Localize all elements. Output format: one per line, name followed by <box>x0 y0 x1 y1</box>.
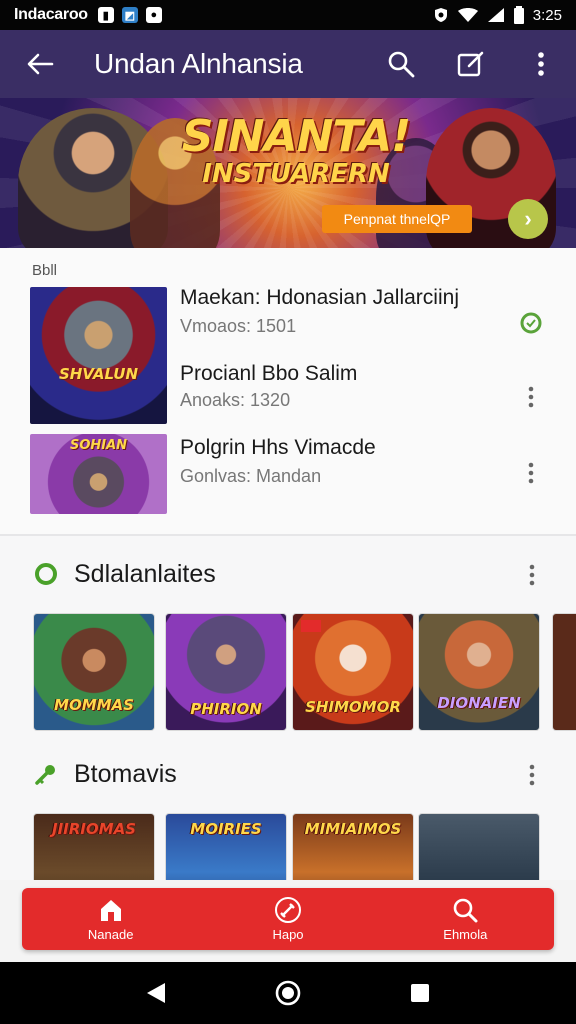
circle-icon <box>35 563 57 585</box>
tile-title: MOMMAS <box>54 696 134 714</box>
photo-icon: ◩ <box>121 7 138 23</box>
more-vert-icon <box>528 386 534 408</box>
banner-headline: SINANTA! INSTUARERN <box>176 111 416 189</box>
tile-title: SHIMOMOR <box>305 698 401 716</box>
nav-label: Hapo <box>272 927 304 942</box>
section-menu-button[interactable] <box>520 562 544 588</box>
sim-icon: ▮ <box>97 7 114 23</box>
system-icons: 3:25 <box>433 6 562 24</box>
game-tile[interactable]: PHIRION <box>165 613 287 731</box>
check-badge <box>518 310 544 336</box>
battery-icon <box>513 6 524 24</box>
banner-cta-button[interactable]: Penpnat thnelQP <box>322 205 472 233</box>
thumbnail-title: SOHIAN <box>69 438 128 453</box>
list-item-title: Maekan: Hdonasian Jallarciinj <box>180 286 459 309</box>
clock: 3:25 <box>532 6 562 24</box>
list-item[interactable]: SOHIAN Polgrin Hhs Vimacde Gonlvas: Mand… <box>0 434 576 516</box>
bottom-navigation: Nanade Hapo Ehmola <box>22 888 554 950</box>
search-button[interactable] <box>366 30 436 98</box>
more-vert-icon <box>529 764 535 786</box>
game-tile[interactable]: SHIMOMOR <box>292 613 414 731</box>
wifi-icon <box>457 8 478 22</box>
list-item-thumbnail: SOHIAN <box>30 434 167 514</box>
app-bar: Undan Alnhansia <box>0 30 576 98</box>
promo-banner[interactable]: SINANTA! INSTUARERN Penpnat thnelQP › <box>0 98 576 248</box>
section-label: Bbll <box>32 262 58 279</box>
back-button[interactable] <box>0 30 80 98</box>
section-title: Btomavis <box>74 760 177 788</box>
game-tile[interactable]: DIONAIEN <box>418 613 540 731</box>
sword-icon <box>274 896 302 924</box>
game-tile[interactable]: MOMMAS <box>33 613 155 731</box>
banner-next-button[interactable]: › <box>508 199 548 239</box>
banner-headline-line2: INSTUARERN <box>202 159 390 189</box>
featured-list: Bbll SHVALUN Maekan: Hdonasian Jallarcii… <box>0 248 576 536</box>
overflow-menu-button[interactable] <box>506 30 576 98</box>
search-icon <box>388 51 415 78</box>
more-vert-icon <box>528 462 534 484</box>
list-item-subtitle: Gonlvas: Mandan <box>180 466 322 486</box>
page-title: Undan Alnhansia <box>94 48 303 79</box>
tile-title: MOIRIES <box>190 820 262 838</box>
list-item[interactable]: Procianl Bbo Salim Anoaks: 1320 <box>0 362 576 422</box>
item-menu-button[interactable] <box>518 384 544 410</box>
nav-home[interactable]: Nanade <box>22 888 199 950</box>
list-item-title: Procianl Bbo Salim <box>180 362 358 385</box>
system-navigation-bar <box>0 962 576 1024</box>
nav-label: Ehmola <box>443 927 488 942</box>
more-vert-icon <box>529 564 535 586</box>
system-home-button[interactable] <box>268 973 308 1013</box>
section-menu-button[interactable] <box>520 762 544 788</box>
banner-headline-line1: SINANTA! <box>181 111 411 162</box>
section-title: Sdlalanlaites <box>74 560 216 588</box>
arrow-left-icon <box>27 53 54 75</box>
edit-icon <box>457 51 484 77</box>
nav-explore[interactable]: Ehmola <box>377 888 554 950</box>
key-icon <box>35 765 55 785</box>
nav-play[interactable]: Hapo <box>199 888 376 950</box>
check-circle-icon <box>520 312 542 334</box>
circle-home-icon <box>275 980 301 1006</box>
chevron-right-icon: › <box>524 206 532 231</box>
tile-title: MIMIAIMOS <box>304 820 402 838</box>
triangle-back-icon <box>147 983 165 1003</box>
home-icon <box>97 896 125 924</box>
notification-icons: ▮ ◩ ● <box>97 7 162 23</box>
search-icon <box>451 896 479 924</box>
section-header: Btomavis <box>0 750 576 800</box>
item-menu-button[interactable] <box>518 460 544 486</box>
nav-label: Nanade <box>87 927 134 942</box>
square-recents-icon <box>411 984 429 1002</box>
list-item-subtitle: Anoaks: 1320 <box>180 390 291 410</box>
list-item-subtitle: Vmoaos: 1501 <box>180 316 297 336</box>
section-header: Sdlalanlaites <box>0 550 576 600</box>
app-screen: Indacaroo ▮ ◩ ● 3:25 Undan Alnhansia SIN… <box>0 0 576 1024</box>
tile-carousel[interactable]: MOMMAS PHIRION SHIMOMOR DIONAIEN <box>0 613 576 733</box>
carrier-name: Indacaroo <box>14 6 88 23</box>
system-back-button[interactable] <box>136 973 176 1013</box>
edit-button[interactable] <box>436 30 506 98</box>
list-item-title: Polgrin Hhs Vimacde <box>180 436 376 459</box>
game-tile[interactable] <box>552 613 576 731</box>
signal-icon <box>487 8 504 22</box>
system-recents-button[interactable] <box>400 973 440 1013</box>
status-bar: Indacaroo ▮ ◩ ● 3:25 <box>0 0 576 30</box>
record-icon: ● <box>145 7 162 23</box>
more-vert-icon <box>538 52 544 76</box>
tile-title: DIONAIEN <box>437 694 521 712</box>
tile-title: JIIRIOMAS <box>52 820 136 838</box>
tile-badge <box>301 620 321 632</box>
shield-icon <box>434 8 447 22</box>
tile-title: PHIRION <box>190 700 262 718</box>
